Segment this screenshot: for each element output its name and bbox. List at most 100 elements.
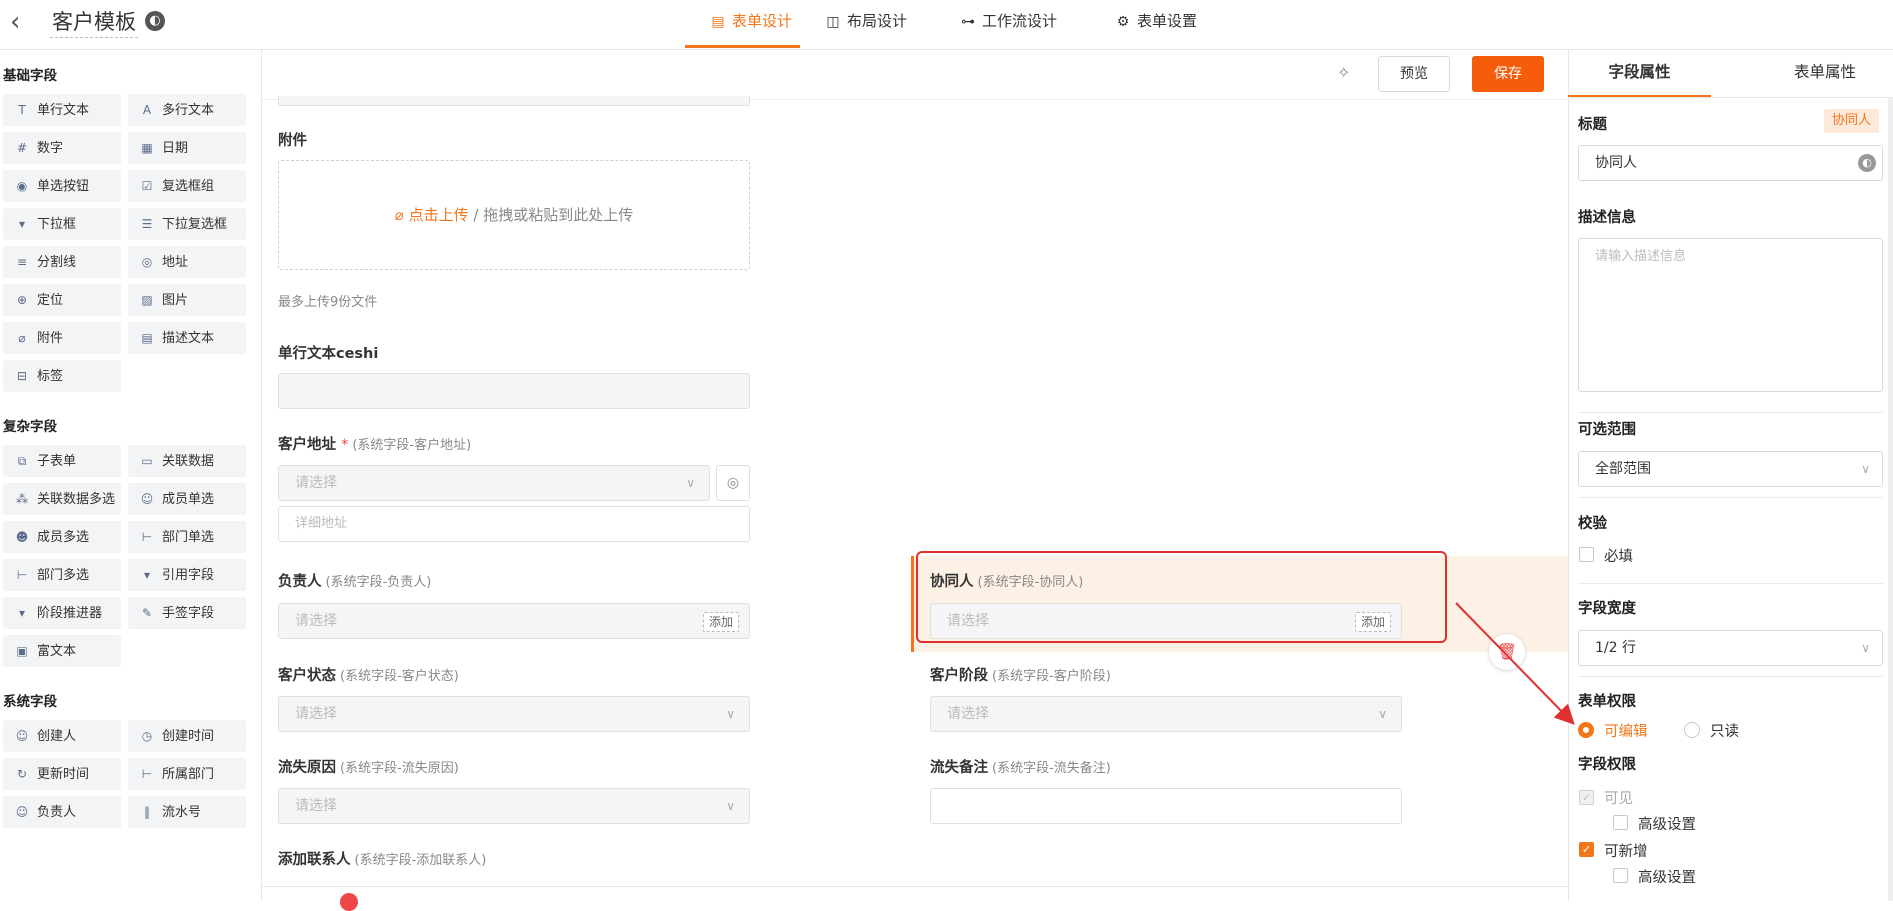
field-member-single[interactable]: ☺ 成员单选 — [128, 483, 246, 515]
refresh-icon: ↻ — [16, 767, 28, 781]
crosshair-icon: ⊕ — [16, 293, 28, 307]
advanced-checkbox-2[interactable] — [1613, 868, 1628, 883]
trash-icon[interactable]: 🗑 — [1489, 634, 1525, 670]
paperclip-icon: ⌀ — [394, 206, 409, 224]
field-dropdown-multi[interactable]: ☰ 下拉复选框 — [128, 208, 246, 240]
field-position[interactable]: ⊕ 定位 — [3, 284, 121, 316]
tab-workflow-design[interactable]: ⊶ 工作流设计 — [960, 0, 1057, 48]
field-multi-text[interactable]: A 多行文本 — [128, 94, 246, 126]
title-input[interactable]: 协同人 ◐ — [1578, 145, 1883, 181]
location-pin-icon[interactable]: ◎ — [716, 465, 750, 501]
field-address[interactable]: ◎ 地址 — [128, 246, 246, 278]
field-serial-number[interactable]: ‖ 流水号 — [128, 796, 246, 828]
field-dept-single[interactable]: ⊢ 部门单选 — [128, 521, 246, 553]
tab-form-properties[interactable]: 表单属性 — [1755, 50, 1893, 98]
attachment-label: 附件 — [278, 133, 307, 149]
field-stage-progress[interactable]: ▾ 阶段推进器 — [3, 597, 121, 629]
address-label: 客户地址 * (系统字段-客户地址) — [278, 437, 472, 453]
owner-select[interactable]: 请选择 添加 — [278, 603, 750, 639]
advanced-label: 高级设置 — [1638, 817, 1696, 833]
number-icon: # — [16, 141, 28, 155]
field-attachment[interactable]: ⌀ 附件 — [3, 322, 121, 354]
validate-label: 校验 — [1578, 516, 1607, 532]
advanced-checkbox[interactable] — [1613, 815, 1628, 830]
field-dept[interactable]: ⊢ 所属部门 — [128, 758, 246, 790]
preview-button[interactable]: 预览 — [1378, 56, 1450, 92]
upload-dropzone[interactable]: ⌀ 点击上传 / 拖拽或粘贴到此处上传 — [278, 160, 750, 270]
upload-link[interactable]: 点击上传 — [409, 206, 469, 224]
visible-checkbox: ✓ — [1579, 790, 1594, 805]
form-icon: ▤ — [711, 14, 725, 30]
field-description-text[interactable]: ▤ 描述文本 — [128, 322, 246, 354]
field-signature[interactable]: ✎ 手签字段 — [128, 597, 246, 629]
field-number[interactable]: # 数字 — [3, 132, 121, 164]
notification-dot — [340, 893, 358, 911]
field-dept-multi[interactable]: ⊢ 部门多选 — [3, 559, 121, 591]
location-pin-icon: ◎ — [141, 255, 153, 269]
chevron-down-icon: ∨ — [686, 476, 695, 490]
tab-divider — [1568, 97, 1893, 98]
lost-note-input[interactable] — [930, 788, 1402, 824]
field-single-text[interactable]: T 单行文本 — [3, 94, 121, 126]
title-label: 标题 — [1578, 117, 1607, 133]
tab-field-properties[interactable]: 字段属性 — [1568, 50, 1711, 98]
upload-hint: 最多上传9份文件 — [278, 295, 378, 310]
range-label: 可选范围 — [1578, 422, 1636, 438]
chevron-down-icon: ∨ — [1378, 707, 1387, 721]
gear-icon: ⚙ — [1116, 14, 1130, 30]
description-textarea[interactable]: 请输入描述信息 — [1578, 238, 1883, 392]
chevron-down-icon: ∨ — [1861, 462, 1870, 476]
chevron-left-icon[interactable]: ‹ — [10, 8, 34, 36]
tab-form-settings[interactable]: ⚙ 表单设置 — [1115, 0, 1197, 48]
owner-label: 负责人 (系统字段-负责人) — [278, 574, 432, 590]
single-text-input[interactable] — [278, 373, 750, 409]
save-button[interactable]: 保存 — [1472, 56, 1544, 92]
lost-reason-select[interactable]: 请选择 ∨ — [278, 788, 750, 824]
globe-icon[interactable]: ◐ — [145, 11, 165, 31]
field-rich-text[interactable]: ▣ 富文本 — [3, 635, 121, 667]
field-divider[interactable]: ≡ 分割线 — [3, 246, 121, 278]
width-select[interactable]: 1/2 行 ∨ — [1578, 630, 1883, 666]
user-icon: ☺ — [140, 492, 154, 506]
address-region-select[interactable]: 请选择 ∨ — [278, 465, 710, 501]
divider — [1578, 676, 1883, 677]
field-owner[interactable]: ☺ 负责人 — [3, 796, 121, 828]
field-checkbox-group[interactable]: ☑ 复选框组 — [128, 170, 246, 202]
field-subform[interactable]: ⧉ 子表单 — [3, 445, 121, 477]
field-member-multi[interactable]: ☻ 成员多选 — [3, 521, 121, 553]
field-tag[interactable]: ⊟ 标签 — [3, 360, 121, 392]
required-checkbox[interactable] — [1579, 547, 1594, 562]
field-permission-label: 字段权限 — [1578, 757, 1636, 773]
status-select[interactable]: 请选择 ∨ — [278, 696, 750, 732]
can-add-checkbox[interactable]: ✓ — [1579, 842, 1594, 857]
group-system-title: 系统字段 — [3, 694, 57, 710]
field-date[interactable]: ▦ 日期 — [128, 132, 246, 164]
link-multi-icon: ⁂ — [16, 492, 28, 506]
editable-radio[interactable] — [1578, 722, 1594, 738]
globe-icon[interactable]: ◐ — [1858, 154, 1876, 172]
field-radio[interactable]: ◉ 单选按钮 — [3, 170, 121, 202]
field-create-time[interactable]: ◷ 创建时间 — [128, 720, 246, 752]
magic-wand-icon[interactable]: ✧ — [1337, 63, 1350, 82]
field-linked-data-multi[interactable]: ⁂ 关联数据多选 — [3, 483, 121, 515]
field-dropdown[interactable]: ▾ 下拉框 — [3, 208, 121, 240]
tab-form-design[interactable]: ▤ 表单设计 — [685, 0, 800, 48]
panel-scrollbar[interactable] — [1888, 98, 1893, 901]
app-title[interactable]: 客户模板 — [50, 6, 138, 38]
textarea-icon: A — [142, 103, 152, 117]
field-image[interactable]: ▨ 图片 — [128, 284, 246, 316]
layout-icon: ◫ — [826, 14, 840, 30]
field-update-time[interactable]: ↻ 更新时间 — [3, 758, 121, 790]
tab-layout-design[interactable]: ◫ 布局设计 — [825, 0, 907, 48]
field-reference[interactable]: ▾ 引用字段 — [128, 559, 246, 591]
range-select[interactable]: 全部范围 ∨ — [1578, 451, 1883, 487]
owner-add-button[interactable]: 添加 — [702, 612, 739, 632]
field-creator[interactable]: ☺ 创建人 — [3, 720, 121, 752]
stage-select[interactable]: 请选择 ∨ — [930, 696, 1402, 732]
stage-icon: ▾ — [18, 606, 26, 620]
field-linked-data[interactable]: ▭ 关联数据 — [128, 445, 246, 477]
readonly-radio[interactable] — [1684, 722, 1700, 738]
reference-icon: ▾ — [143, 568, 151, 582]
address-detail-input[interactable]: 详细地址 — [278, 506, 750, 542]
text-icon: T — [18, 103, 26, 117]
